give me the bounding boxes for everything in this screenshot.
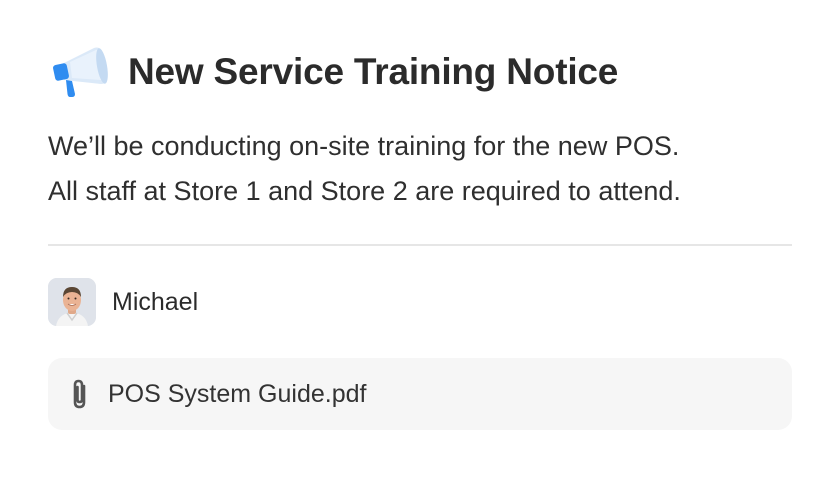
attachment-item[interactable]: POS System Guide.pdf — [48, 358, 792, 430]
attachment-file-name[interactable]: POS System Guide.pdf — [108, 380, 366, 409]
notice-card: New Service Training Notice We’ll be con… — [0, 0, 840, 480]
author-row: Michael — [48, 278, 198, 326]
divider — [48, 244, 792, 246]
notice-header: New Service Training Notice — [48, 40, 618, 104]
notice-body: We’ll be conducting on-site training for… — [48, 124, 792, 214]
paperclip-icon — [73, 379, 86, 409]
author-name[interactable]: Michael — [112, 288, 198, 317]
avatar — [48, 278, 96, 326]
notice-title: New Service Training Notice — [128, 51, 619, 92]
notice-body-line: We’ll be conducting on-site training for… — [48, 131, 680, 161]
megaphone-icon — [53, 47, 108, 97]
notice-body-line: All staff at Store 1 and Store 2 are req… — [48, 176, 681, 206]
